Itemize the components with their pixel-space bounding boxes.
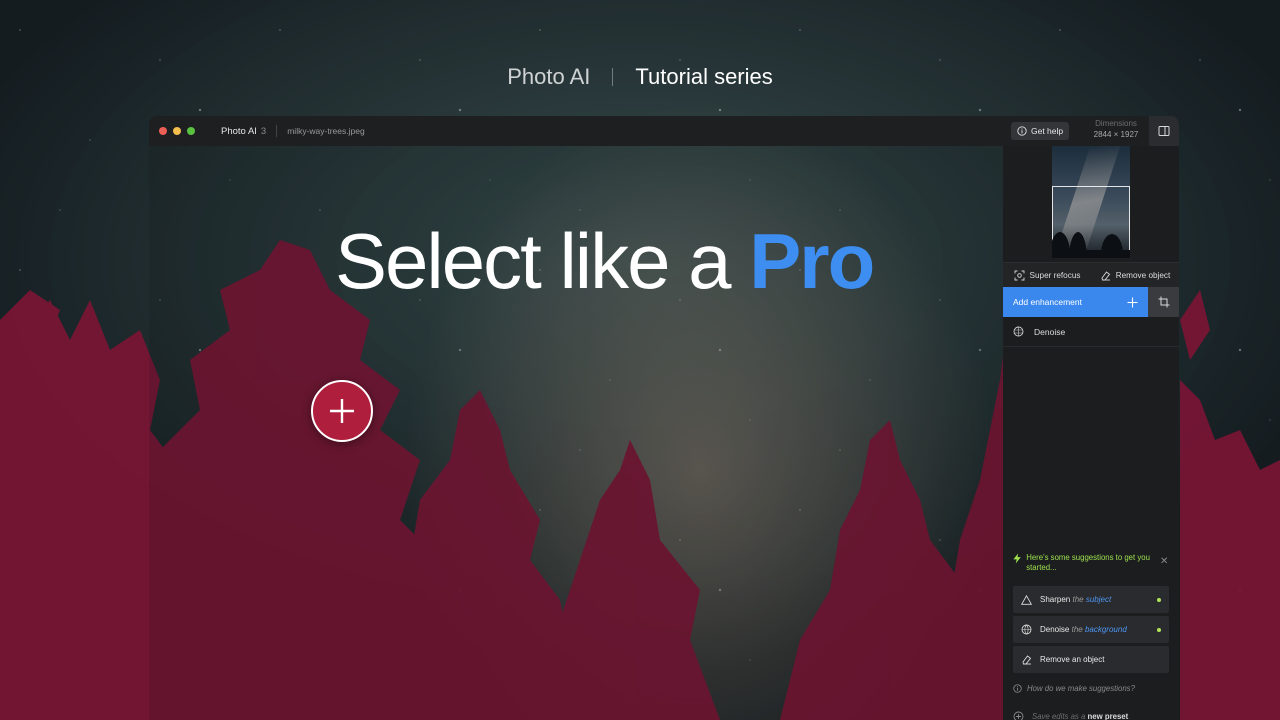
super-refocus-button[interactable]: Super refocus [1003, 263, 1091, 287]
toggle-panel-button[interactable] [1149, 116, 1179, 146]
suggestion-text: Sharpen the subject [1040, 595, 1112, 604]
save-preset-text: Save edits as a new preset [1032, 712, 1129, 720]
add-enhancement-button[interactable]: Add enhancement [1003, 287, 1148, 317]
viewport-frame[interactable] [1052, 186, 1130, 256]
get-help-button[interactable]: Get help [1011, 122, 1070, 140]
suggestion-text: Remove an object [1040, 655, 1105, 664]
eraser-icon [1101, 270, 1110, 280]
how-suggestions-link[interactable]: How do we make suggestions? [1013, 684, 1135, 693]
save-preset-row[interactable]: Save edits as a new preset [1013, 711, 1128, 720]
crop-button[interactable] [1148, 287, 1179, 317]
hero-title-text: Select like a [335, 217, 750, 305]
suggestion-sharpen-subject[interactable]: Sharpen the subject [1013, 586, 1169, 613]
plus-circle-icon [1013, 711, 1024, 720]
info-icon [1013, 684, 1022, 693]
window-controls [159, 127, 195, 135]
info-icon [1017, 126, 1027, 136]
minimize-window-button[interactable] [173, 127, 181, 135]
remove-object-label: Remove object [1115, 270, 1171, 280]
tools-row: Super refocus Remove object [1003, 262, 1179, 287]
suggestion-denoise-background[interactable]: Denoise the background [1013, 616, 1169, 643]
remove-object-button[interactable]: Remove object [1091, 263, 1179, 287]
hero-title-accent: Pro [749, 217, 875, 305]
plus-icon [330, 399, 354, 423]
file-name: milky-way-trees.jpeg [287, 126, 365, 136]
suggestions-title: Here's some suggestions to get you start… [1026, 553, 1150, 572]
close-suggestions-icon[interactable]: ✕ [1160, 556, 1168, 567]
get-help-label: Get help [1031, 126, 1064, 136]
globe-icon [1021, 624, 1032, 635]
titlebar-divider [276, 125, 278, 137]
triangle-icon [1021, 594, 1032, 605]
add-selection-button[interactable] [311, 380, 373, 442]
app-name: Photo AI [221, 125, 257, 137]
eraser-icon [1022, 655, 1032, 665]
image-canvas[interactable]: Select like a Pro [149, 146, 1003, 720]
image-dimensions: Dimensions 2844 × 1927 [1081, 118, 1151, 140]
lightning-icon [1013, 553, 1021, 564]
sidebar-toggle-icon [1158, 126, 1170, 136]
dimensions-value: 2844 × 1927 [1093, 130, 1139, 139]
navigator [1003, 146, 1179, 262]
close-window-button[interactable] [159, 127, 167, 135]
suggestion-text: Denoise the background [1040, 625, 1127, 634]
header-divider [612, 68, 614, 86]
suggestion-status-dot [1157, 597, 1161, 602]
crop-icon [1158, 296, 1169, 308]
how-suggestions-label: How do we make suggestions? [1027, 684, 1135, 693]
app-version: 3 [260, 125, 267, 137]
suggestions-header: Here's some suggestions to get you start… [1013, 553, 1169, 573]
title-bar: Photo AI 3 milky-way-trees.jpeg Get help… [149, 116, 1179, 146]
hero-title: Select like a Pro [335, 216, 875, 307]
brand-name: Photo AI [507, 64, 591, 89]
enhancement-item-denoise[interactable]: Denoise [1003, 317, 1179, 347]
suggestion-remove-object[interactable]: Remove an object [1013, 646, 1169, 673]
series-title: Tutorial series [635, 64, 773, 89]
add-enhancement-row: Add enhancement [1003, 287, 1179, 317]
image-thumbnail[interactable] [1052, 146, 1130, 258]
super-refocus-label: Super refocus [1029, 270, 1081, 280]
plus-icon [1127, 297, 1138, 307]
suggestion-status-dot [1157, 627, 1161, 632]
enhancement-label: Denoise [1034, 326, 1066, 337]
denoise-icon [1013, 326, 1024, 337]
zoom-window-button[interactable] [187, 127, 195, 135]
refocus-icon [1014, 270, 1024, 280]
add-enhancement-label: Add enhancement [1013, 297, 1082, 307]
tutorial-series-header: Photo AI Tutorial series [0, 64, 1280, 90]
dimensions-label: Dimensions [1095, 119, 1137, 128]
app-window: Photo AI 3 milky-way-trees.jpeg Get help… [149, 116, 1179, 720]
right-panel: Super refocus Remove object Add enhancem… [1003, 146, 1179, 720]
